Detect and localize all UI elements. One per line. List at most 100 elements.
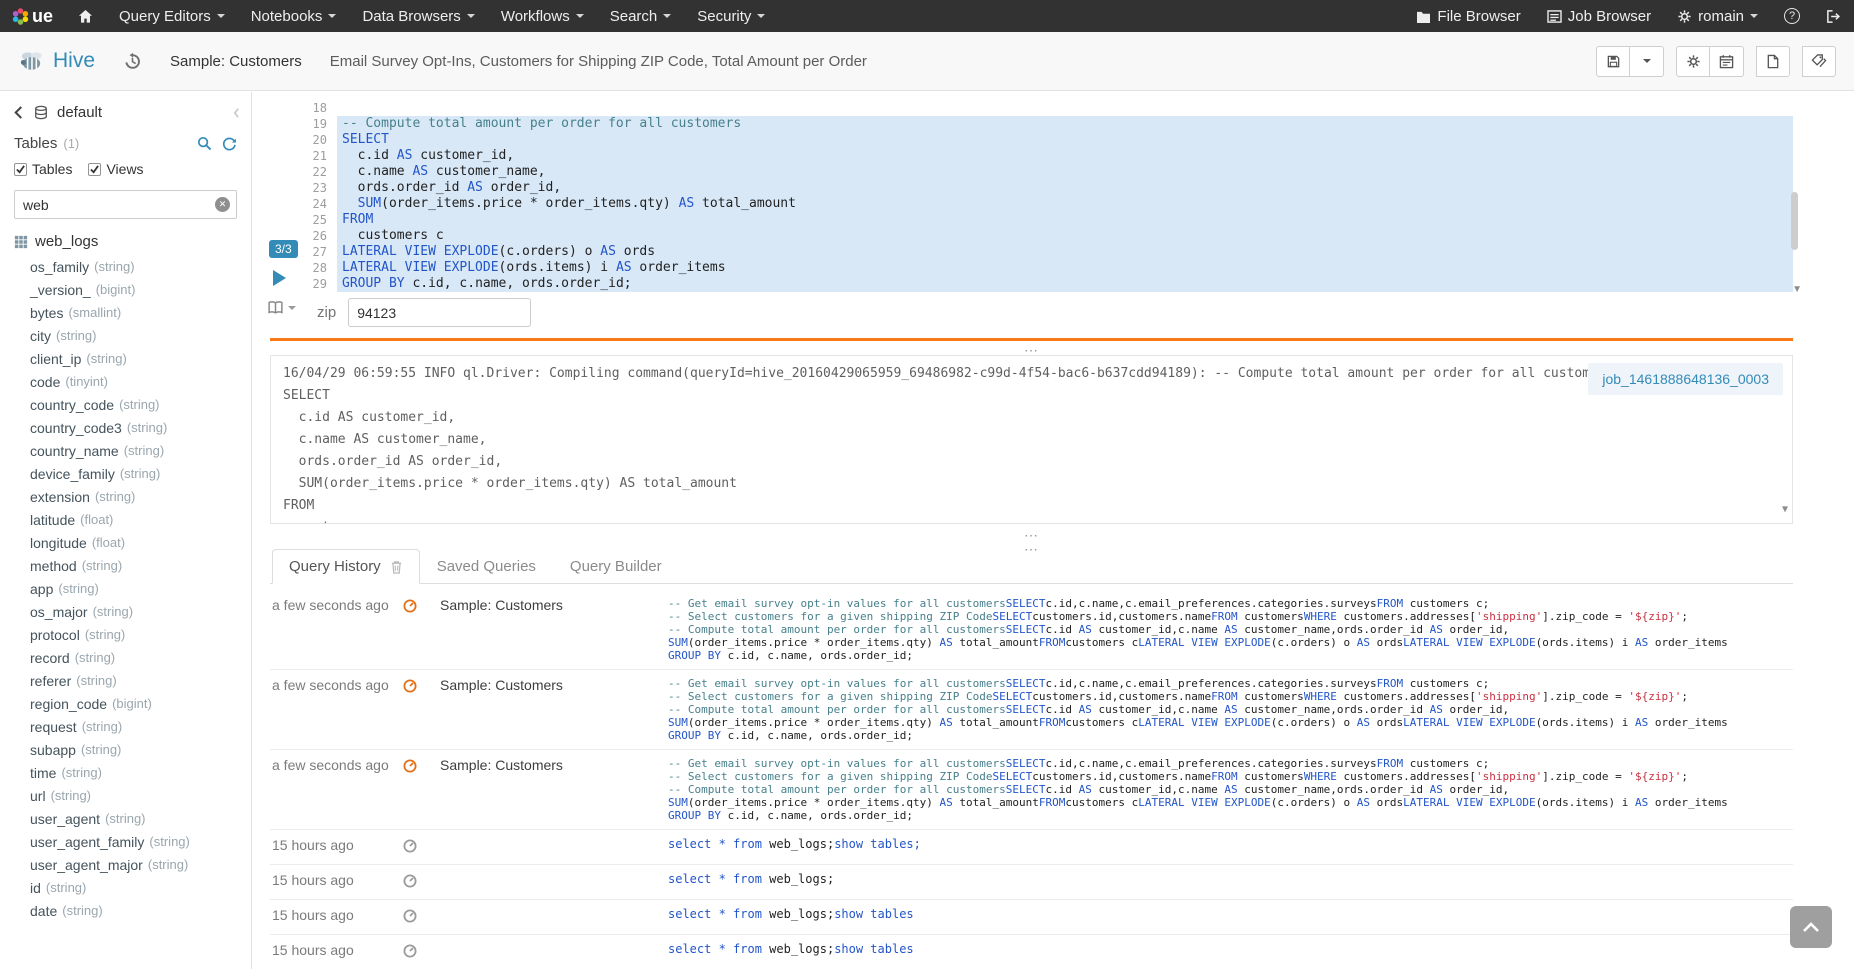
table-search-input[interactable] bbox=[14, 190, 237, 219]
tab-query-builder[interactable]: Query Builder bbox=[553, 549, 679, 584]
nav-item-workflows[interactable]: Workflows bbox=[488, 0, 597, 32]
hue-logo[interactable]: ue bbox=[0, 0, 65, 32]
column-item-time[interactable]: time(string) bbox=[0, 761, 251, 784]
job-browser-button[interactable]: Job Browser bbox=[1534, 0, 1664, 32]
editor-line-21[interactable]: 21 c.id AS customer_id, bbox=[303, 148, 1793, 164]
column-item-client-ip[interactable]: client_ip(string) bbox=[0, 347, 251, 370]
execute-button[interactable] bbox=[273, 270, 286, 286]
column-item-user-agent-major[interactable]: user_agent_major(string) bbox=[0, 853, 251, 876]
filter-tables-checkbox[interactable]: Tables bbox=[14, 161, 72, 177]
column-item-country-code[interactable]: country_code(string) bbox=[0, 393, 251, 416]
caret-down-button[interactable] bbox=[1630, 46, 1664, 77]
editor-line-20[interactable]: 20SELECT bbox=[303, 132, 1793, 148]
trash-icon[interactable] bbox=[390, 560, 403, 574]
function-assist-toggle[interactable] bbox=[267, 300, 296, 315]
home-button[interactable] bbox=[65, 0, 106, 32]
column-item-region-code[interactable]: region_code(bigint) bbox=[0, 692, 251, 715]
save-button[interactable] bbox=[1596, 46, 1630, 77]
editor-line-26[interactable]: 26 customers c bbox=[303, 228, 1793, 244]
column-item-os-family[interactable]: os_family(string) bbox=[0, 255, 251, 278]
column-item-country-code3[interactable]: country_code3(string) bbox=[0, 416, 251, 439]
history-row[interactable]: 15 hours agoselect * from web_logs;show … bbox=[270, 900, 1793, 935]
history-row[interactable]: a few seconds agoSample: Customers-- Get… bbox=[270, 590, 1793, 670]
column-item-url[interactable]: url(string) bbox=[0, 784, 251, 807]
column-item-device-family[interactable]: device_family(string) bbox=[0, 462, 251, 485]
column-item-method[interactable]: method(string) bbox=[0, 554, 251, 577]
history-row[interactable]: a few seconds agoSample: Customers-- Get… bbox=[270, 750, 1793, 830]
editor-scrollbar[interactable] bbox=[1791, 192, 1798, 250]
editor-line-23[interactable]: 23 ords.order_id AS order_id, bbox=[303, 180, 1793, 196]
editor-line-22[interactable]: 22 c.name AS customer_name, bbox=[303, 164, 1793, 180]
variable-input[interactable] bbox=[348, 298, 531, 327]
editor-line-27[interactable]: 27LATERAL VIEW EXPLODE(c.orders) o AS or… bbox=[303, 244, 1793, 260]
column-item-extension[interactable]: extension(string) bbox=[0, 485, 251, 508]
document-description[interactable]: Email Survey Opt-Ins, Customers for Ship… bbox=[330, 53, 867, 70]
user-menu[interactable]: romain bbox=[1664, 0, 1771, 32]
column-item-protocol[interactable]: protocol(string) bbox=[0, 623, 251, 646]
editor-line-29[interactable]: 29GROUP BY c.id, c.name, ords.order_id; bbox=[303, 276, 1793, 292]
column-item--version-[interactable]: _version_(bigint) bbox=[0, 278, 251, 301]
clear-search-icon[interactable]: ✕ bbox=[215, 197, 230, 212]
editor-line-28[interactable]: 28LATERAL VIEW EXPLODE(ords.items) i AS … bbox=[303, 260, 1793, 276]
filter-views-checkbox[interactable]: Views bbox=[88, 161, 143, 177]
job-link[interactable]: job_1461888648136_0003 bbox=[1602, 371, 1769, 387]
tags-button[interactable] bbox=[1802, 46, 1836, 77]
query-history-icon[interactable] bbox=[123, 52, 142, 71]
editor-line-18[interactable]: 18 bbox=[303, 100, 1793, 116]
nav-item-security[interactable]: Security bbox=[684, 0, 778, 32]
column-item-subapp[interactable]: subapp(string) bbox=[0, 738, 251, 761]
editor-line-25[interactable]: 25FROM bbox=[303, 212, 1793, 228]
statement-counter-badge: 3/3 bbox=[269, 240, 298, 258]
sql-editor[interactable]: 18 19-- Compute total amount per order f… bbox=[303, 92, 1793, 292]
history-row[interactable]: 15 hours agoselect * from web_logs; bbox=[270, 865, 1793, 900]
schedule-button[interactable] bbox=[1710, 46, 1744, 77]
column-item-record[interactable]: record(string) bbox=[0, 646, 251, 669]
column-item-referer[interactable]: referer(string) bbox=[0, 669, 251, 692]
column-item-request[interactable]: request(string) bbox=[0, 715, 251, 738]
resize-handle[interactable]: ⋯ bbox=[270, 345, 1793, 355]
column-item-city[interactable]: city(string) bbox=[0, 324, 251, 347]
nav-item-notebooks[interactable]: Notebooks bbox=[238, 0, 350, 32]
editor-line-19[interactable]: 19-- Compute total amount per order for … bbox=[303, 116, 1793, 132]
sign-out-button[interactable] bbox=[1813, 0, 1854, 32]
history-row[interactable]: 15 hours agoselect * from web_logs;show … bbox=[270, 830, 1793, 865]
back-arrow-icon[interactable] bbox=[12, 105, 25, 120]
column-item-app[interactable]: app(string) bbox=[0, 577, 251, 600]
app-name: Hive bbox=[53, 49, 95, 73]
column-item-longitude[interactable]: longitude(float) bbox=[0, 531, 251, 554]
history-row[interactable]: 15 hours agoselect * from web_logs;show … bbox=[270, 935, 1793, 969]
variable-label: zip bbox=[317, 304, 336, 321]
scroll-to-top-button[interactable] bbox=[1790, 906, 1832, 948]
column-item-date[interactable]: date(string) bbox=[0, 899, 251, 922]
status-gauge-gray-icon bbox=[402, 872, 440, 892]
editor-line-24[interactable]: 24 SUM(order_items.price * order_items.q… bbox=[303, 196, 1793, 212]
search-icon[interactable] bbox=[197, 136, 212, 151]
column-item-user-agent[interactable]: user_agent(string) bbox=[0, 807, 251, 830]
column-item-os-major[interactable]: os_major(string) bbox=[0, 600, 251, 623]
tab-saved-queries[interactable]: Saved Queries bbox=[420, 549, 553, 584]
settings-button[interactable] bbox=[1676, 46, 1710, 77]
nav-item-query-editors[interactable]: Query Editors bbox=[106, 0, 238, 32]
database-name[interactable]: default bbox=[57, 104, 102, 121]
collapse-panel-icon[interactable] bbox=[232, 107, 241, 119]
log-scroll-down-icon[interactable]: ▼ bbox=[1782, 499, 1788, 521]
column-item-country-name[interactable]: country_name(string) bbox=[0, 439, 251, 462]
file-browser-button[interactable]: File Browser bbox=[1403, 0, 1533, 32]
document-title[interactable]: Sample: Customers bbox=[170, 53, 302, 70]
column-item-latitude[interactable]: latitude(float) bbox=[0, 508, 251, 531]
new-document-button[interactable] bbox=[1756, 46, 1790, 77]
nav-item-data-browsers[interactable]: Data Browsers bbox=[349, 0, 487, 32]
column-item-user-agent-family[interactable]: user_agent_family(string) bbox=[0, 830, 251, 853]
refresh-icon[interactable] bbox=[222, 136, 237, 151]
help-button[interactable]: ? bbox=[1771, 0, 1813, 32]
tab-query-history[interactable]: Query History bbox=[272, 549, 420, 584]
hive-app-button[interactable]: Hive bbox=[18, 49, 95, 73]
history-row[interactable]: a few seconds agoSample: Customers-- Get… bbox=[270, 670, 1793, 750]
table-item-web-logs[interactable]: web_logs bbox=[0, 223, 251, 255]
resize-handle[interactable]: ⋯ bbox=[270, 530, 1793, 540]
nav-item-search[interactable]: Search bbox=[597, 0, 685, 32]
column-item-id[interactable]: id(string) bbox=[0, 876, 251, 899]
column-item-bytes[interactable]: bytes(smallint) bbox=[0, 301, 251, 324]
editor-scroll-down-icon[interactable]: ▼ bbox=[1792, 284, 1802, 295]
column-item-code[interactable]: code(tinyint) bbox=[0, 370, 251, 393]
